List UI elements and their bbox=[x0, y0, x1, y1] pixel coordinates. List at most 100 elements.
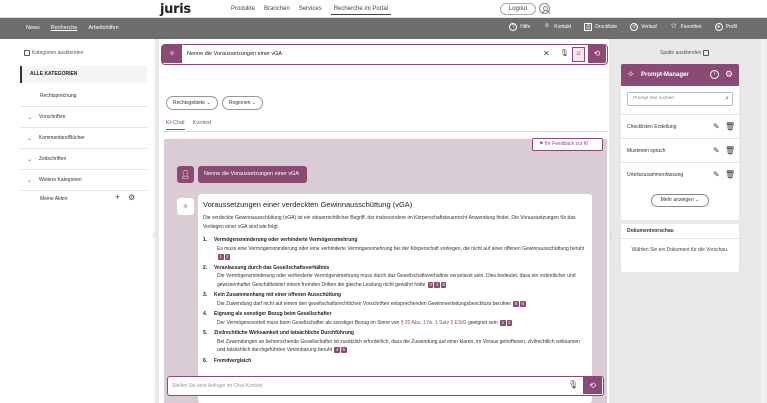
account-icon[interactable] bbox=[539, 3, 550, 14]
topnav-services[interactable]: Services bbox=[299, 6, 322, 15]
show-more-button[interactable]: Mehr anzeigen ⌄ bbox=[651, 194, 709, 207]
reference-badge[interactable]: 5 bbox=[341, 347, 347, 353]
send-icon[interactable]: ⟲ bbox=[583, 377, 602, 394]
list-item: 1. Vermögensminderung oder verhinderte Ve… bbox=[203, 237, 585, 260]
print-icon: ⎙ bbox=[584, 23, 593, 31]
nav-favoriten[interactable]: ☆ Favoriten bbox=[670, 21, 701, 31]
search-icon[interactable]: ⌕ bbox=[725, 93, 729, 105]
trash-icon[interactable]: 🗑︎ bbox=[725, 146, 735, 155]
edit-icon[interactable]: ✎ bbox=[713, 170, 720, 179]
page-scrollbar[interactable] bbox=[761, 39, 767, 403]
category-zeitschriften[interactable]: ⌄ Zeitschriften bbox=[20, 149, 147, 170]
reference-badge[interactable]: 2 bbox=[224, 254, 231, 260]
prompt-item[interactable]: Urteilszusammenfassung ✎ 🗑︎ bbox=[621, 162, 739, 186]
chevron-down-icon: ⌄ bbox=[251, 100, 256, 106]
chat-input[interactable]: Stellen Sie eine Anfrage im Chat-Kontext bbox=[172, 383, 263, 389]
law-link[interactable]: § 20 Abs. 1 Nr. 1 Satz 2 EStG bbox=[401, 320, 467, 326]
bookmark-icon[interactable]: ⌑ bbox=[572, 47, 585, 62]
category-rechtsprechung[interactable]: Rechtsprechung bbox=[20, 86, 147, 107]
star-icon: ☆ bbox=[670, 21, 678, 30]
chat-input-bar: Stellen Sie eine Anfrage im Chat-Kontext… bbox=[167, 376, 604, 396]
prompt-search-input[interactable]: Prompt titel suchen ⌕ bbox=[627, 92, 733, 106]
category-vorschriften[interactable]: ⌄ Vorschriften bbox=[20, 107, 147, 128]
add-icon[interactable]: + bbox=[115, 192, 120, 202]
reference-badge[interactable]: 1 bbox=[218, 254, 224, 260]
gear-icon[interactable]: ⚙ bbox=[128, 193, 135, 202]
nav-recherche[interactable]: Recherche bbox=[51, 25, 78, 31]
all-categories[interactable]: ALLE KATEGORIEN bbox=[20, 66, 147, 83]
chat-tabs: KI-Chat Kontext bbox=[166, 120, 219, 130]
document-preview-empty: Wählen Sie ein Dokument für die Vorschau… bbox=[631, 247, 729, 253]
reference-badge[interactable]: 6 bbox=[519, 300, 526, 307]
reference-badge[interactable]: 1 bbox=[500, 319, 506, 326]
feedback-button[interactable]: ⚑ Ihr Feedback zur KI bbox=[532, 138, 603, 151]
send-icon[interactable]: ⟲ bbox=[588, 45, 606, 63]
user-message: Nenne die Voraussetzungen einer vGA bbox=[198, 166, 307, 183]
list-item: 5. Zivilrechtliche Wirksamkeit und tatsäc… bbox=[203, 330, 580, 353]
topnav-produkte[interactable]: Produkte bbox=[231, 6, 255, 15]
reference-badge[interactable]: 3 bbox=[427, 281, 434, 288]
search-bar: ✧ Nenne die Voraussetzungen einer vGA ✕ … bbox=[161, 44, 608, 65]
chevron-down-icon: ⌄ bbox=[206, 100, 211, 106]
trash-icon[interactable]: 🗑︎ bbox=[725, 122, 735, 131]
flag-icon: ⚑ bbox=[539, 141, 544, 147]
prompt-item[interactable]: Musterein spruch ✎ 🗑︎ bbox=[621, 138, 739, 162]
trash-icon[interactable]: 🗑︎ bbox=[725, 170, 735, 179]
microphone-icon[interactable]: 🎙︎ bbox=[568, 380, 578, 389]
gear-icon[interactable]: ⚙ bbox=[725, 69, 733, 80]
nav-druckliste[interactable]: ⎙ Druckliste bbox=[584, 23, 617, 31]
answer-intro: Die verdeckte Gewinnausschüttung (vGA) i… bbox=[203, 215, 576, 230]
search-input[interactable]: Nenne die Voraussetzungen einer vGA bbox=[187, 51, 282, 57]
chevron-down-icon: ⌄ bbox=[27, 135, 33, 142]
reference-badge[interactable]: 5 bbox=[440, 281, 447, 288]
edit-icon[interactable]: ✎ bbox=[713, 146, 720, 155]
filter-regionen[interactable]: Regionen ⌄ bbox=[222, 96, 263, 110]
edit-icon[interactable]: ✎ bbox=[713, 122, 720, 131]
reference-badge[interactable]: 4 bbox=[334, 347, 340, 353]
microphone-icon[interactable]: 🎙︎ bbox=[560, 49, 569, 57]
document-preview: Dokumentvorschau Wählen Sie ein Dokument… bbox=[621, 224, 739, 272]
reference-badge[interactable]: 5 bbox=[513, 300, 519, 307]
answer-title: Voraussetzungen einer verdeckten Gewinna… bbox=[203, 200, 413, 209]
nav-verlauf[interactable]: ↺ Verlauf bbox=[630, 23, 657, 31]
prompt-manager: ✧ Prompt-Manager i ⚙ Prompt titel suchen… bbox=[621, 64, 739, 220]
filter-rechtsgebiete[interactable]: Rechtsgebiete ⌄ bbox=[166, 96, 218, 110]
chevron-down-icon: ⌄ bbox=[27, 156, 33, 163]
meine-akten: Meine Akten + ⚙ bbox=[40, 192, 136, 202]
resize-handle-right[interactable]: ⁞ bbox=[610, 233, 612, 240]
nav-kontakt[interactable]: ✆ Kontakt bbox=[543, 23, 571, 31]
resize-handle-left[interactable]: ⁞ bbox=[153, 233, 155, 240]
hide-column-toggle[interactable]: Spalte ausblenden bbox=[660, 50, 710, 56]
tabs-divider bbox=[164, 131, 608, 132]
logout-button[interactable]: Logout bbox=[500, 3, 536, 15]
help-icon: ? bbox=[509, 23, 518, 31]
ai-sparkle-icon: ✧ bbox=[177, 198, 194, 215]
tab-kontext[interactable]: Kontext bbox=[193, 120, 212, 130]
reference-badge[interactable]: 2 bbox=[506, 319, 513, 326]
list-item: 6. Fremdvergleich bbox=[203, 357, 252, 364]
list-item: 4. Eignung als sonstiger Bezug beim Gesel… bbox=[203, 311, 513, 326]
nav-hilfe[interactable]: ? Hilfe bbox=[509, 23, 530, 31]
user-avatar-icon: 👤︎ bbox=[177, 166, 194, 183]
hide-categories-toggle[interactable]: Kategorien ausblenden bbox=[24, 50, 83, 56]
nav-news[interactable]: News bbox=[26, 25, 40, 31]
reference-badge[interactable]: 4 bbox=[434, 281, 440, 288]
list-item: 2. Veranlassung durch das Gesellschaftsve… bbox=[203, 264, 576, 288]
prompt-manager-header: ✧ Prompt-Manager i ⚙ bbox=[621, 64, 739, 86]
juris-logo[interactable]: juris bbox=[160, 2, 191, 17]
chevron-down-icon: ⌄ bbox=[27, 114, 33, 121]
nav-arbeitshilfen[interactable]: Arbeitshilfen bbox=[88, 25, 118, 31]
prompt-item[interactable]: Checklisten Erstellung ✎ 🗑︎ bbox=[621, 114, 739, 138]
info-icon[interactable]: i bbox=[710, 70, 719, 79]
category-kommentare[interactable]: ⌄ Kommentare/Bücher bbox=[20, 128, 147, 149]
document-preview-title: Dokumentvorschau bbox=[627, 228, 674, 234]
top-bar: juris Produkte Branchen Services Recherc… bbox=[0, 0, 767, 18]
category-weitere[interactable]: ⌄ Weitere Kategorien bbox=[20, 170, 147, 191]
ai-sparkle-icon[interactable]: ✧ bbox=[162, 45, 182, 63]
chevron-down-icon: ⌄ bbox=[27, 177, 33, 184]
tab-ki-chat[interactable]: KI-Chat bbox=[166, 120, 185, 130]
topnav-branchen[interactable]: Branchen bbox=[264, 6, 290, 15]
clear-icon[interactable]: ✕ bbox=[543, 49, 550, 58]
topnav-recherche[interactable]: Recherche im Portal bbox=[330, 6, 392, 15]
nav-profil[interactable]: ● Profil bbox=[714, 23, 737, 31]
